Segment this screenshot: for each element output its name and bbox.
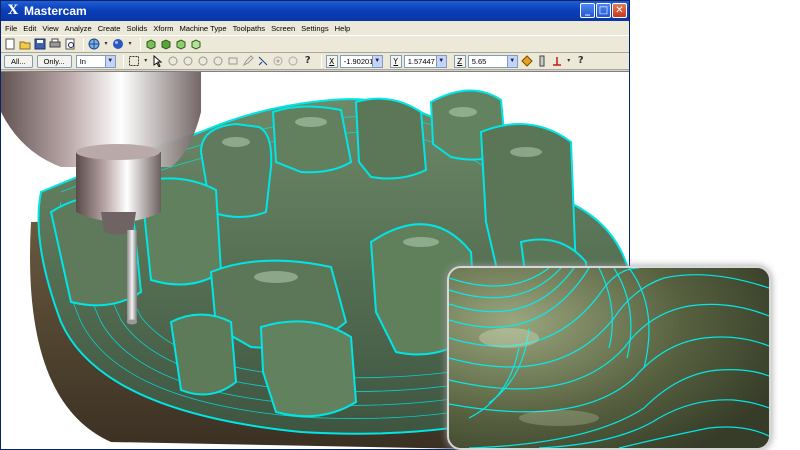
toolbar-separator	[83, 37, 84, 51]
globe-icon[interactable]	[88, 38, 100, 50]
solid-select-icon[interactable]	[227, 55, 239, 67]
x-coordinate-value: -1.90201	[343, 56, 372, 66]
level-select[interactable]: In ▼	[75, 54, 116, 68]
z-coordinate-value: 5.65	[471, 56, 487, 66]
chevron-down-icon[interactable]: ▾	[127, 38, 133, 50]
chevron-down-icon[interactable]: ▾	[103, 38, 109, 50]
cube-side-icon[interactable]	[175, 38, 187, 50]
circle-icon[interactable]	[167, 55, 179, 67]
cube-front-icon[interactable]	[145, 38, 157, 50]
toolbar-separator	[320, 54, 322, 68]
menu-bar: File Edit View Analyze Create Solids Xfo…	[1, 21, 629, 35]
menu-toolpaths[interactable]: Toolpaths	[233, 24, 266, 33]
title-bar[interactable]: X Mastercam _ □ ✕	[1, 1, 629, 21]
menu-help[interactable]: Help	[335, 24, 351, 33]
menu-create[interactable]: Create	[98, 24, 121, 33]
toolbar-separator	[122, 54, 124, 68]
chevron-down-icon[interactable]: ▾	[566, 55, 572, 67]
zoomed-toolpath-detail	[449, 268, 769, 448]
gnomon-icon[interactable]	[551, 55, 563, 67]
pencil-icon[interactable]	[242, 55, 254, 67]
menu-xform[interactable]: Xform	[153, 24, 173, 33]
app-logo-icon: X	[7, 3, 19, 18]
chevron-down-icon[interactable]: ▼	[506, 55, 517, 67]
circle-icon[interactable]	[197, 55, 209, 67]
chain-icon[interactable]	[257, 55, 269, 67]
select-box-icon[interactable]	[128, 55, 140, 67]
close-button[interactable]: ✕	[612, 3, 627, 18]
open-folder-icon[interactable]	[19, 38, 31, 50]
autocursor-icon[interactable]	[521, 55, 533, 67]
menu-screen[interactable]: Screen	[271, 24, 295, 33]
minimize-button[interactable]: _	[580, 3, 595, 18]
arrow-select-icon[interactable]	[152, 54, 164, 68]
menu-analyze[interactable]: Analyze	[65, 24, 92, 33]
maximize-button[interactable]: □	[596, 3, 611, 18]
window-controls: _ □ ✕	[580, 3, 627, 18]
target-icon[interactable]	[272, 55, 284, 67]
menu-machine-type[interactable]: Machine Type	[179, 24, 226, 33]
chevron-down-icon[interactable]: ▼	[371, 55, 382, 67]
z-axis-button[interactable]: Z	[453, 54, 466, 68]
new-file-icon[interactable]	[4, 38, 16, 50]
circle-icon[interactable]	[287, 55, 299, 67]
menu-settings[interactable]: Settings	[301, 24, 328, 33]
chevron-down-icon[interactable]: ▼	[435, 55, 446, 67]
cube-iso-icon[interactable]	[190, 38, 202, 50]
toolbar-separator	[140, 37, 141, 51]
y-coordinate-value: 1.57447	[407, 56, 435, 66]
z-coordinate-field[interactable]: 5.65 ▼	[467, 54, 518, 68]
standard-toolbar: ▾ ▾	[1, 35, 629, 53]
y-coordinate-field[interactable]: 1.57447 ▼	[403, 54, 447, 68]
help-icon[interactable]: ?	[302, 55, 314, 67]
zoom-inset	[447, 266, 771, 450]
chevron-down-icon[interactable]: ▾	[143, 55, 149, 67]
x-coordinate-field[interactable]: -1.90201 ▼	[339, 54, 383, 68]
help2-icon[interactable]: ?	[575, 55, 587, 67]
tool-icon[interactable]	[536, 55, 548, 67]
circle-icon[interactable]	[212, 55, 224, 67]
only-button[interactable]: Only...	[36, 54, 72, 68]
menu-solids[interactable]: Solids	[127, 24, 148, 33]
sphere-icon[interactable]	[112, 38, 124, 50]
level-select-value: In	[79, 56, 86, 66]
chevron-down-icon[interactable]: ▼	[104, 55, 115, 67]
save-icon[interactable]	[34, 38, 46, 50]
circle-icon[interactable]	[182, 55, 194, 67]
menu-file[interactable]: File	[5, 24, 17, 33]
print-icon[interactable]	[49, 38, 61, 50]
y-axis-button[interactable]: Y	[389, 54, 402, 68]
x-axis-button[interactable]: X	[325, 54, 338, 68]
menu-view[interactable]: View	[42, 24, 58, 33]
selection-toolbar: All... Only... In ▼ ▾ ? X -1.90201 ▼ Y 1…	[1, 53, 629, 70]
cube-top-icon[interactable]	[160, 38, 172, 50]
preview-icon[interactable]	[64, 38, 76, 50]
menu-edit[interactable]: Edit	[23, 24, 36, 33]
all-button[interactable]: All...	[4, 54, 33, 68]
window-title: Mastercam	[24, 4, 87, 18]
